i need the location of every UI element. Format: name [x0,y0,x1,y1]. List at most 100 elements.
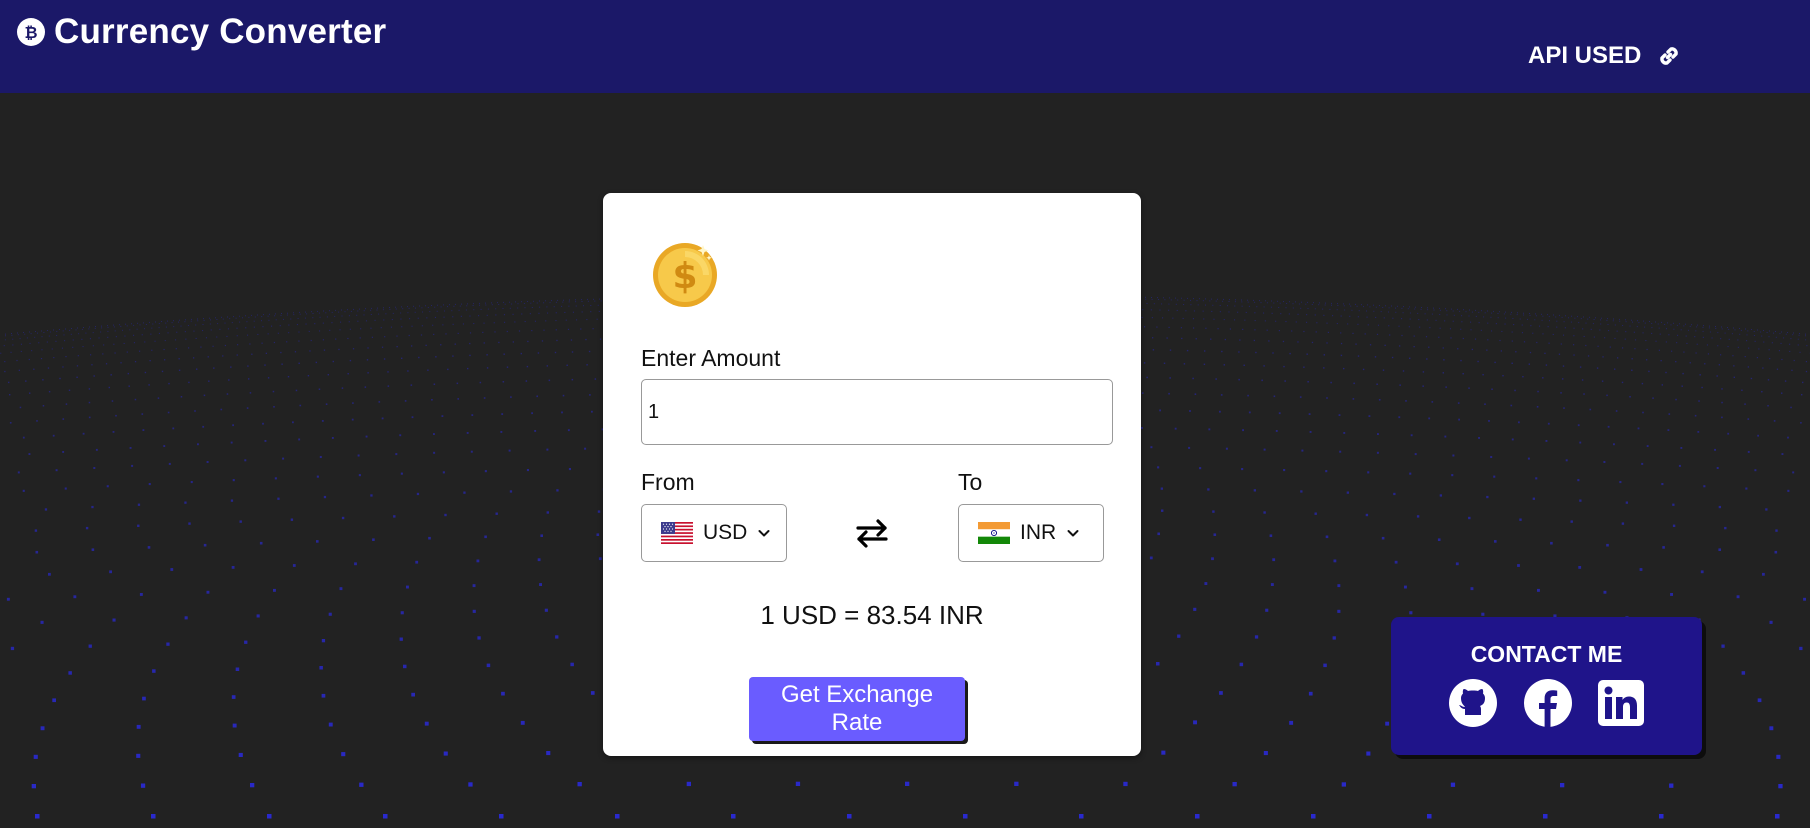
background-dot [460,315,462,317]
background-dot [235,317,237,319]
background-dot [1253,299,1254,301]
background-dot [1638,322,1640,324]
get-exchange-rate-button[interactable]: Get Exchange Rate [749,677,965,741]
background-dot [449,304,450,306]
background-dot [586,319,588,321]
background-dot [1577,424,1580,427]
linkedin-icon[interactable] [1597,679,1645,727]
background-dot [1204,582,1208,585]
background-dot [1511,311,1512,313]
background-dot [1164,299,1166,301]
background-dot [1805,339,1807,341]
background-dot [323,495,327,499]
background-dot [1460,359,1462,362]
swap-arrows-icon[interactable] [855,518,889,548]
background-dot [1375,306,1377,308]
background-dot [1721,328,1723,330]
background-dot [273,406,275,408]
background-dot [1156,662,1160,666]
background-dot [91,505,94,509]
amount-input[interactable] [641,379,1113,445]
background-dot [568,305,570,307]
background-dot [1324,304,1326,306]
background-dot [40,620,44,624]
to-currency-select[interactable]: INR [958,504,1104,562]
background-dot [318,312,320,314]
background-dot [1797,344,1799,346]
background-dot [1490,456,1493,458]
background-dot [491,302,492,304]
background-dot [1724,332,1726,334]
background-dot [120,362,122,364]
background-dot [1491,330,1493,332]
background-dot [1494,540,1497,543]
background-dot [391,319,393,321]
background-dot [106,485,109,488]
background-dot [1578,566,1582,569]
background-dot [1268,340,1270,342]
background-dot [1266,302,1268,304]
background-dot [378,401,381,403]
background-dot [385,313,387,315]
background-dot [139,593,143,596]
background-dot [249,392,252,394]
background-dot [287,376,290,378]
background-dot [1676,324,1678,326]
background-dot [795,781,801,786]
background-dot [415,307,416,309]
background-dot [1643,320,1644,322]
background-dot [483,342,485,344]
background-dot [256,614,260,618]
background-dot [1613,443,1615,446]
background-dot [444,310,445,312]
background-dot [1300,490,1303,493]
facebook-icon[interactable] [1524,679,1572,727]
background-dot [1625,331,1627,333]
background-dot [232,479,235,482]
background-dot [514,321,516,323]
background-dot [140,783,146,788]
background-dot [1289,720,1294,725]
background-dot [1248,411,1251,414]
background-dot [1474,338,1477,340]
background-dot [1181,337,1183,340]
background-dot [1325,470,1328,473]
background-dot [31,350,33,352]
background-dot [62,366,64,368]
background-dot [1652,397,1654,399]
background-dot [1380,311,1382,313]
background-dot [1210,338,1212,340]
background-dot [1156,326,1158,328]
background-dot [288,324,290,326]
background-dot [593,298,594,300]
background-dot [1322,308,1324,310]
background-dot [551,300,552,302]
background-dot [1239,339,1241,341]
background-dot [1775,529,1778,532]
background-dot [543,329,545,331]
background-dot [228,379,230,381]
background-dot [1679,323,1680,325]
background-dot [1176,309,1178,311]
brand[interactable]: ₿ Currency Converter [16,12,386,52]
background-dot [340,321,342,323]
background-dot [370,494,373,497]
api-used-link[interactable]: API USED [1528,42,1683,70]
background-dot [1278,412,1281,415]
background-dot [1775,336,1777,338]
background-dot [359,308,360,310]
background-dot [1161,303,1163,305]
background-dot [1550,541,1553,545]
background-dot [1488,420,1490,422]
background-dot [1475,309,1476,311]
github-icon[interactable] [1449,679,1497,727]
background-dot [1532,497,1535,500]
background-dot [1211,298,1212,300]
from-currency-select[interactable]: USD [641,504,787,562]
background-dot [1308,413,1311,415]
background-dot [407,306,408,308]
background-dot [236,354,238,356]
background-dot [1363,306,1364,308]
background-dot [539,306,541,308]
background-dot [1141,392,1144,394]
